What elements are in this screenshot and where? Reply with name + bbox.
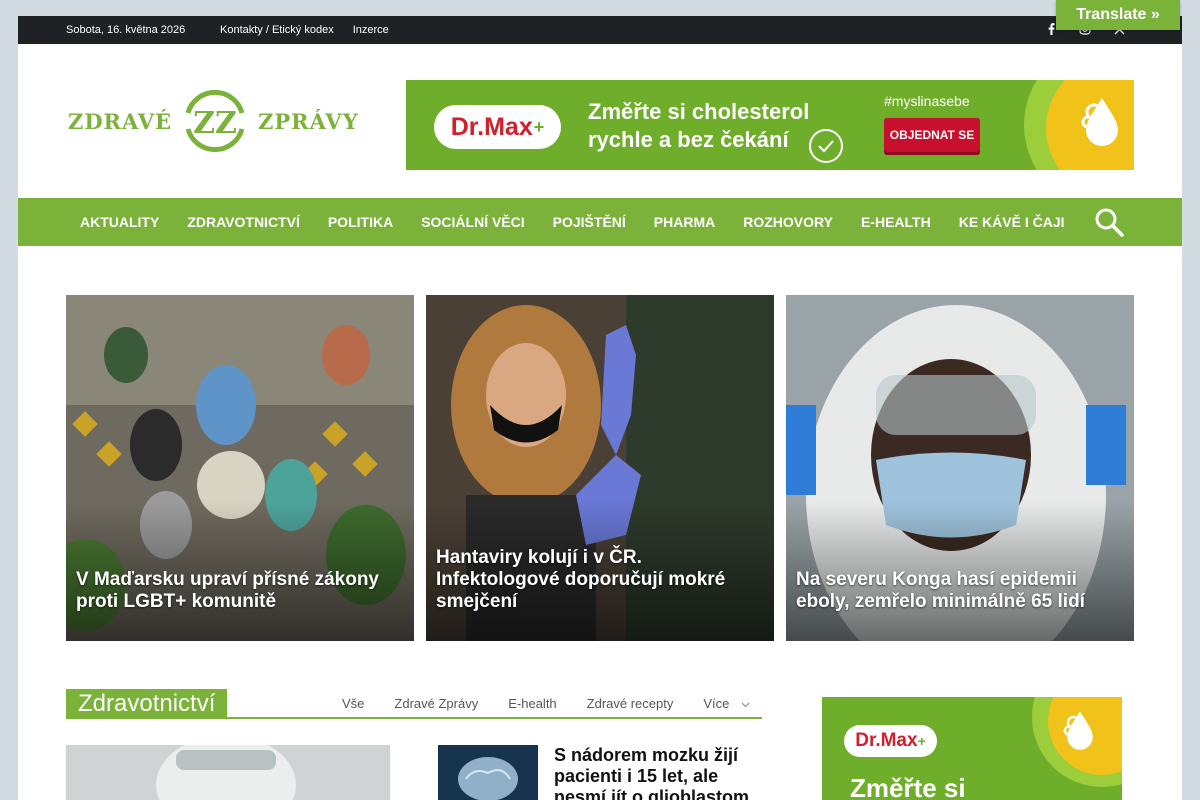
tab-more[interactable]: Více <box>703 696 750 711</box>
tab-e-health[interactable]: E-health <box>508 696 556 711</box>
nav-item-aktuality[interactable]: AKTUALITY <box>66 214 173 230</box>
site-logo[interactable]: ZDRAVÉ ZZ ZPRÁVY <box>68 82 380 160</box>
drmax-logo: Dr.Max + <box>434 105 561 149</box>
banner-hashtag: #myslinasebe <box>884 93 970 109</box>
hero-card[interactable]: Hantaviry kolují i v ČR. Infektologové d… <box>426 295 774 641</box>
nav-item-ke-kave[interactable]: KE KÁVĚ I ČAJI <box>945 214 1079 230</box>
ad-text: Změřte si <box>850 773 966 800</box>
drmax-brand: Dr.Max <box>855 730 918 751</box>
drop-logo-icon <box>1056 705 1104 758</box>
chevron-down-icon <box>741 696 750 711</box>
sidebar-ad[interactable]: Dr.Max + Změřte si <box>822 697 1122 800</box>
hero-card[interactable]: Na severu Konga hasí epidemii eboly, zem… <box>786 295 1134 641</box>
logo-word-left: ZDRAVÉ <box>68 108 173 134</box>
hero-card[interactable]: V Maďarsku upraví přísné zákony proti LG… <box>66 295 414 641</box>
logo-mark-text: ZZ <box>193 106 237 141</box>
banner-line-1: Změřte si cholesterol <box>588 99 810 124</box>
logo-mark: ZZ <box>180 83 250 159</box>
logo-word-right: ZPRÁVY <box>258 108 359 134</box>
top-links: Kontakty / Etický kodex Inzerce <box>220 24 389 36</box>
translate-button[interactable]: Translate » <box>1056 0 1180 30</box>
drmax-logo: Dr.Max + <box>844 725 937 757</box>
current-date: Sobota, 16. května 2026 <box>66 24 186 36</box>
page: Sobota, 16. května 2026 Kontakty / Etick… <box>18 16 1182 800</box>
section-title[interactable]: Zdravotnictví <box>66 689 228 719</box>
tab-more-label: Více <box>703 696 730 711</box>
drmax-plus: + <box>917 733 926 749</box>
section-tabs: Vše Zdravé Zprávy E-health Zdravé recept… <box>342 696 750 711</box>
banner-headline: Změřte si cholesterol rychle a bez čekán… <box>588 98 809 154</box>
nav-item-politika[interactable]: POLITIKA <box>314 214 407 230</box>
nav-item-pojisteni[interactable]: POJIŠTĚNÍ <box>539 214 640 230</box>
tab-recipes[interactable]: Zdravé recepty <box>587 696 674 711</box>
book-button[interactable]: OBJEDNAT SE <box>884 118 980 152</box>
header-banner-ad[interactable]: Dr.Max + Změřte si cholesterol rychle a b… <box>406 80 1134 170</box>
contacts-link[interactable]: Kontakty / Etický kodex <box>220 24 334 36</box>
nav-item-zdravotnictvi[interactable]: ZDRAVOTNICTVÍ <box>173 214 314 230</box>
article-title[interactable]: S nádorem mozku žijí pacienti i 15 let, … <box>554 745 764 800</box>
article-image[interactable] <box>66 745 390 800</box>
hero-title[interactable]: Hantaviry kolují i v ČR. Infektologové d… <box>436 547 764 613</box>
search-icon[interactable] <box>1094 207 1124 237</box>
advertising-link[interactable]: Inzerce <box>353 24 389 36</box>
nav-item-rozhovory[interactable]: ROZHOVORY <box>729 214 847 230</box>
article-thumbnail[interactable] <box>438 745 538 800</box>
tab-all[interactable]: Vše <box>342 696 364 711</box>
section-header: Zdravotnictví Vše Zdravé Zprávy E-health… <box>66 689 762 719</box>
drmax-brand: Dr.Max <box>450 112 533 141</box>
drmax-plus: + <box>533 116 545 137</box>
hero-title[interactable]: Na severu Konga hasí epidemii eboly, zem… <box>796 569 1124 613</box>
clock-icon <box>806 126 846 170</box>
banner-line-2: rychle a bez čekání <box>588 127 789 152</box>
nav-item-socialni-veci[interactable]: SOCIÁLNÍ VĚCI <box>407 214 538 230</box>
drop-logo-icon <box>1072 90 1132 155</box>
nav-item-pharma[interactable]: PHARMA <box>640 214 729 230</box>
top-bar: Sobota, 16. května 2026 Kontakty / Etick… <box>18 16 1182 44</box>
nav-item-e-health[interactable]: E-HEALTH <box>847 214 945 230</box>
tab-zdrave-zpravy[interactable]: Zdravé Zprávy <box>394 696 478 711</box>
main-nav: AKTUALITY ZDRAVOTNICTVÍ POLITIKA SOCIÁLN… <box>18 198 1182 246</box>
hero-title[interactable]: V Maďarsku upraví přísné zákony proti LG… <box>76 569 404 613</box>
